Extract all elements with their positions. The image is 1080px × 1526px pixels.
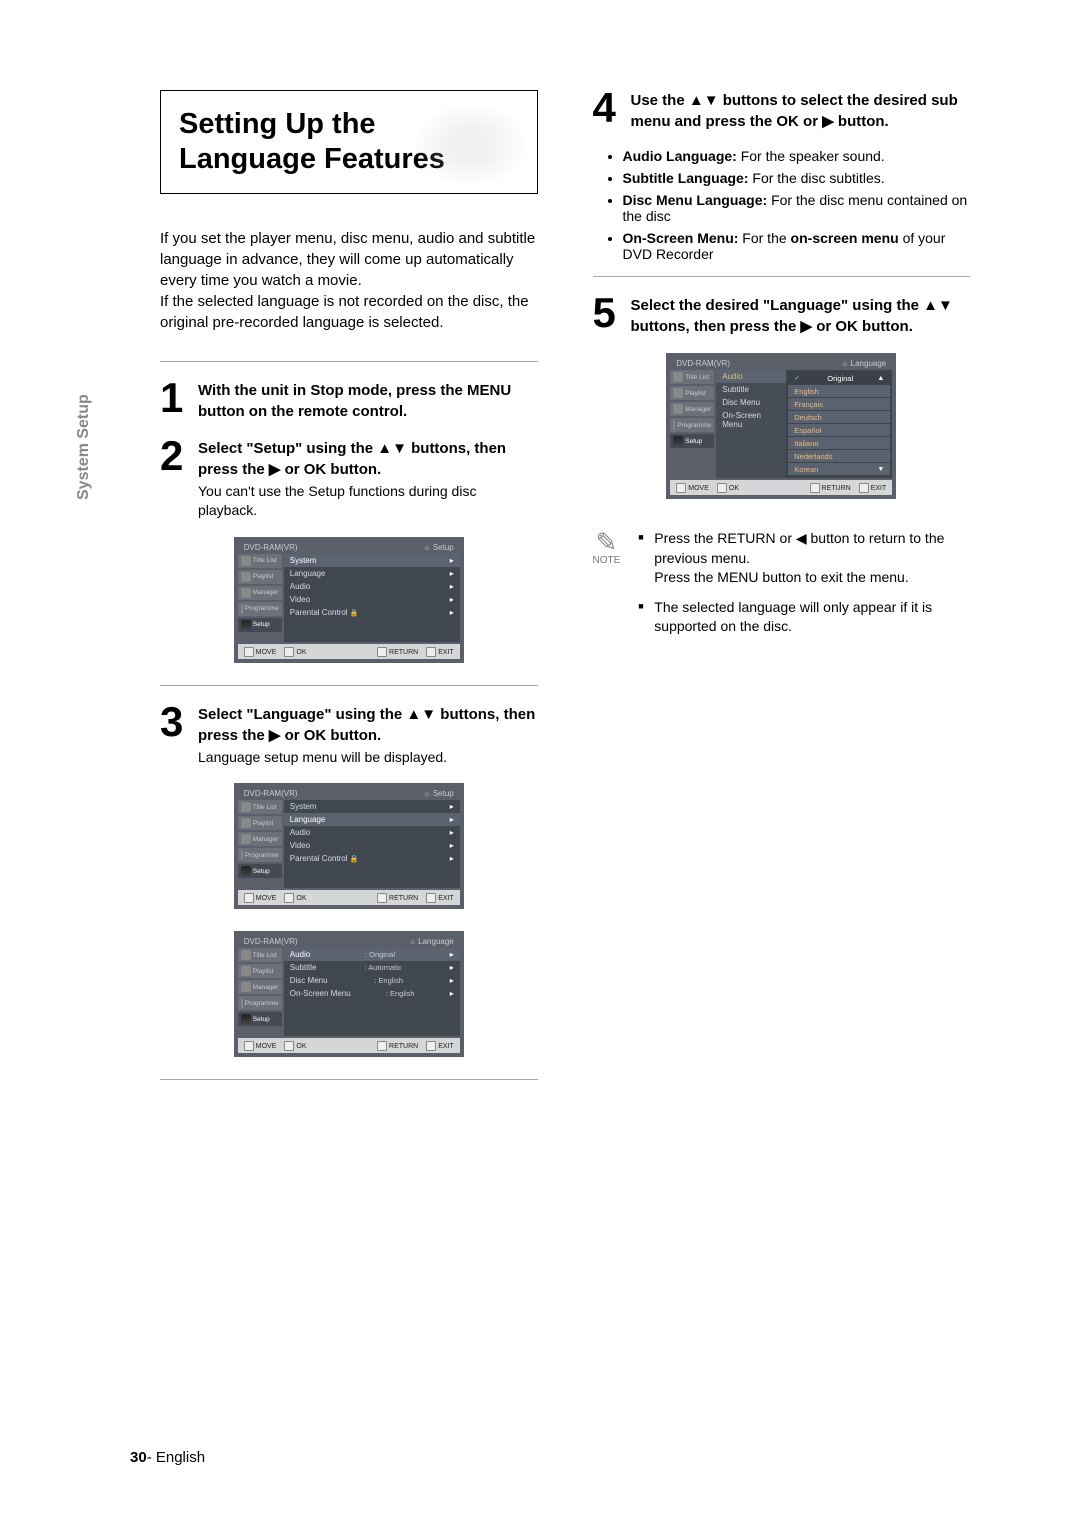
osd-side-item: Playlist — [238, 964, 282, 978]
osd-footer: MOVEOK RETURNEXIT — [238, 644, 460, 659]
osd-side-item: Setup — [238, 864, 282, 878]
osd-context: Setup — [423, 789, 453, 798]
lang-option: Nederlands — [788, 450, 890, 462]
step-4: 4 Use the ▲▼ buttons to select the desir… — [593, 90, 971, 132]
submenu-list: Audio Language: For the speaker sound. S… — [623, 148, 971, 262]
osd-language-options: DVD-RAM(VR) Language Title List Playlist… — [666, 353, 896, 499]
osd-row: System▸ — [284, 800, 460, 813]
step-heading: Select "Setup" using the ▲▼ buttons, the… — [198, 440, 506, 478]
osd-row: Audio: Original▸ — [284, 948, 460, 961]
osd-footer: MOVEOK RETURNEXIT — [238, 1038, 460, 1053]
osd-row: On-Screen Menu: English▸ — [284, 987, 460, 1000]
divider — [160, 1079, 538, 1080]
osd-side-item: Setup — [670, 434, 714, 448]
osd-footer: MOVEOK RETURNEXIT — [238, 890, 460, 905]
right-column: 4 Use the ▲▼ buttons to select the desir… — [593, 90, 971, 1098]
osd-setup-system: DVD-RAM(VR) Setup Title List Playlist Ma… — [234, 537, 464, 663]
osd-side-item: Programme — [238, 996, 282, 1010]
osd-row: Language▸ — [284, 567, 460, 580]
osd-row: Video▸ — [284, 839, 460, 852]
osd-side-item: Programme — [670, 418, 714, 432]
lang-option: Original▲ — [788, 372, 890, 384]
lang-option: English — [788, 385, 890, 397]
step-5: 5 Select the desired "Language" using th… — [593, 295, 971, 337]
note-item: Press the RETURN or ◀ button to return t… — [638, 529, 970, 588]
osd-side-item: Title List — [238, 800, 282, 814]
osd-row: Audio — [716, 370, 786, 383]
osd-side-item: Manager — [238, 980, 282, 994]
osd-row: On-Screen Menu — [716, 409, 786, 431]
osd-side-item: Manager — [238, 832, 282, 846]
osd-row: Video▸ — [284, 593, 460, 606]
osd-row: Audio▸ — [284, 826, 460, 839]
osd-context: Language — [841, 359, 886, 368]
osd-side-item: Setup — [238, 1012, 282, 1026]
step-heading: With the unit in Stop mode, press the ME… — [198, 382, 511, 420]
step-number: 5 — [593, 295, 623, 331]
divider — [593, 276, 971, 277]
divider — [160, 361, 538, 362]
page-content: Setting Up the Language Features If you … — [0, 0, 1080, 1158]
side-tab: System Setup — [75, 394, 93, 500]
osd-setup-language: DVD-RAM(VR) Setup Title List Playlist Ma… — [234, 783, 464, 909]
lang-option: Italiano — [788, 437, 890, 449]
osd-row: Parental Control▸ — [284, 852, 460, 865]
step-number: 3 — [160, 704, 190, 740]
left-column: Setting Up the Language Features If you … — [160, 90, 538, 1098]
lang-option: Deutsch — [788, 411, 890, 423]
step-1: 1 With the unit in Stop mode, press the … — [160, 380, 538, 422]
page-title: Setting Up the Language Features — [160, 90, 538, 194]
intro-paragraph: If you set the player menu, disc menu, a… — [160, 228, 538, 333]
osd-row: Parental Control▸ — [284, 606, 460, 619]
page-footer: 30- English — [130, 1449, 205, 1466]
osd-side-item: Programme — [238, 848, 282, 862]
osd-side-item: Programme — [238, 602, 282, 616]
note-block: ✎ NOTE Press the RETURN or ◀ button to r… — [593, 529, 971, 647]
lang-option: Korean▼ — [788, 463, 890, 475]
step-number: 1 — [160, 380, 190, 416]
osd-side-item: Setup — [238, 618, 282, 632]
osd-row: System▸ — [284, 554, 460, 567]
step-heading: Use the ▲▼ buttons to select the desired… — [631, 92, 958, 130]
step-number: 4 — [593, 90, 623, 126]
osd-side-item: Playlist — [238, 570, 282, 584]
step-3: 3 Select "Language" using the ▲▼ buttons… — [160, 704, 538, 768]
osd-row: Language▸ — [284, 813, 460, 826]
list-item: Audio Language: For the speaker sound. — [623, 148, 971, 164]
step-heading: Select the desired "Language" using the … — [631, 297, 953, 335]
osd-side-item: Playlist — [238, 816, 282, 830]
osd-row: Disc Menu — [716, 396, 786, 409]
osd-breadcrumb: DVD-RAM(VR) — [676, 359, 730, 368]
list-item: Disc Menu Language: For the disc menu co… — [623, 192, 971, 224]
osd-breadcrumb: DVD-RAM(VR) — [244, 937, 298, 946]
lang-option: Français — [788, 398, 890, 410]
osd-footer: MOVEOK RETURNEXIT — [670, 480, 892, 495]
osd-row: Subtitle — [716, 383, 786, 396]
osd-side-item: Playlist — [670, 386, 714, 400]
osd-side-item: Title List — [238, 554, 282, 568]
step-subtext: Language setup menu will be displayed. — [198, 748, 538, 768]
step-subtext: You can't use the Setup functions during… — [198, 482, 538, 521]
osd-language-values: DVD-RAM(VR) Language Title List Playlist… — [234, 931, 464, 1057]
osd-context: Language — [409, 937, 454, 946]
osd-side-item: Manager — [670, 402, 714, 416]
osd-side-item: Title List — [670, 370, 714, 384]
osd-context: Setup — [423, 543, 453, 552]
step-2: 2 Select "Setup" using the ▲▼ buttons, t… — [160, 438, 538, 521]
osd-side-item: Manager — [238, 586, 282, 600]
osd-breadcrumb: DVD-RAM(VR) — [244, 789, 298, 798]
osd-row: Disc Menu: English▸ — [284, 974, 460, 987]
note-icon: ✎ NOTE — [593, 529, 621, 566]
step-number: 2 — [160, 438, 190, 474]
osd-row: Audio▸ — [284, 580, 460, 593]
step-heading: Select "Language" using the ▲▼ buttons, … — [198, 706, 535, 744]
lang-option: Español — [788, 424, 890, 436]
osd-breadcrumb: DVD-RAM(VR) — [244, 543, 298, 552]
list-item: On-Screen Menu: For the on-screen menu o… — [623, 230, 971, 262]
list-item: Subtitle Language: For the disc subtitle… — [623, 170, 971, 186]
note-item: The selected language will only appear i… — [638, 598, 970, 637]
osd-row: Subtitle: Automatic▸ — [284, 961, 460, 974]
osd-side-item: Title List — [238, 948, 282, 962]
divider — [160, 685, 538, 686]
